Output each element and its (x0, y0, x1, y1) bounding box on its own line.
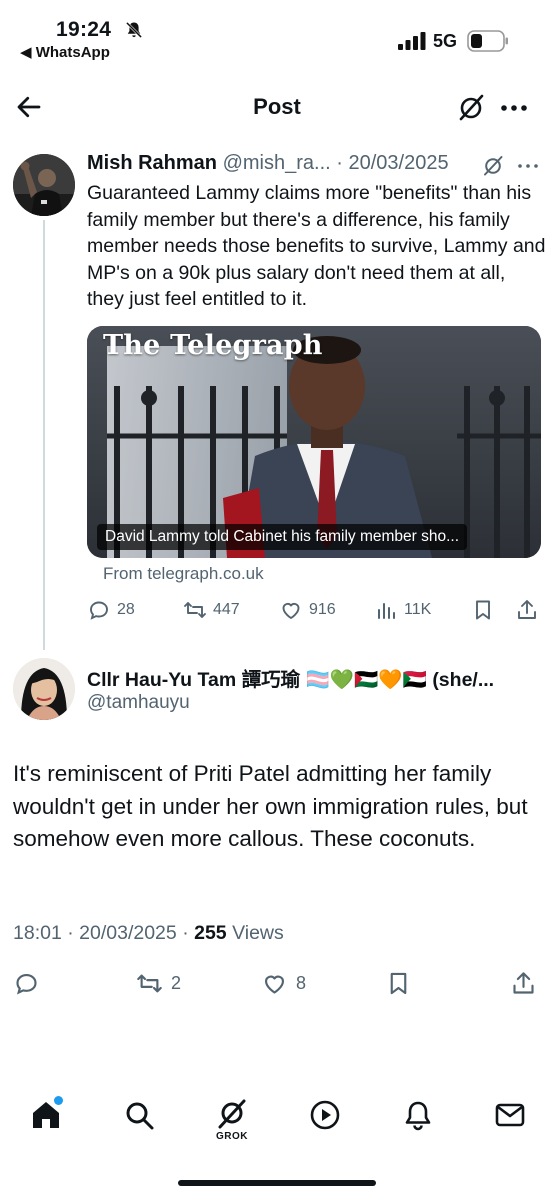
grok-icon (218, 1099, 246, 1129)
avatar-photo (13, 658, 75, 720)
quoted-post-actions: 28 447 916 11K (87, 594, 547, 626)
bell-slash-icon (125, 21, 143, 39)
post-date: 20/03/2025 (348, 152, 449, 174)
status-bar: 19:24 ◀ WhatsApp 5G (0, 0, 554, 70)
bookmark-icon (390, 972, 407, 994)
video-icon (310, 1100, 340, 1130)
battery-icon (467, 30, 508, 52)
post-text: It's reminiscent of Priti Patel admittin… (13, 761, 528, 851)
meta-separator: · (336, 152, 343, 174)
author-handle[interactable]: @mish_ra... (223, 152, 331, 174)
quoted-post-header: Mish Rahman @mish_ra... · 20/03/2025 (87, 152, 547, 175)
repost-count: 2 (171, 972, 182, 993)
share-icon (518, 600, 536, 619)
link-card[interactable]: The Telegraph David Lammy told Cabinet h… (87, 326, 541, 558)
home-indicator[interactable] (178, 1180, 376, 1186)
notifications-icon (405, 1101, 431, 1131)
repost-icon (137, 974, 162, 992)
author-name[interactable]: Mish Rahman (87, 152, 217, 174)
repost-icon (184, 602, 206, 618)
card-source-link[interactable]: From telegraph.co.uk (103, 564, 264, 584)
nav-messages[interactable] (493, 1098, 527, 1132)
views-icon (378, 603, 395, 619)
grok-icon[interactable] (481, 154, 505, 178)
bookmark-button[interactable] (471, 594, 501, 626)
avatar[interactable] (13, 658, 75, 720)
meta-separator: · (67, 922, 74, 944)
reply-count: 28 (117, 601, 135, 618)
like-count: 916 (309, 601, 336, 618)
like-count: 8 (296, 972, 307, 993)
share-icon (513, 971, 534, 994)
nav-notifications[interactable] (401, 1098, 435, 1132)
reply-button[interactable]: 28 (87, 594, 135, 626)
post-time: 18:01 (13, 922, 62, 944)
back-to-app-link[interactable]: ◀ WhatsApp (20, 43, 110, 61)
nav-video[interactable] (308, 1098, 342, 1132)
grok-icon[interactable] (455, 92, 487, 124)
thread-connector-line (43, 220, 45, 650)
avatar-photo (13, 154, 75, 216)
more-icon[interactable] (515, 154, 541, 178)
bottom-nav (0, 1090, 554, 1150)
repost-button[interactable]: 2 (136, 966, 181, 1000)
post-header: Post (0, 80, 554, 136)
avatar[interactable] (13, 154, 75, 216)
like-button[interactable]: 8 (261, 966, 306, 1000)
messages-icon (495, 1103, 525, 1127)
card-masthead: The Telegraph (103, 330, 323, 361)
meta-separator: · (182, 922, 189, 944)
post-timestamp: 18:01 · 20/03/2025 · 255 Views (13, 922, 284, 945)
status-time: 19:24 (56, 18, 112, 41)
card-caption: David Lammy told Cabinet his family memb… (97, 524, 468, 550)
more-icon[interactable] (498, 92, 530, 124)
share-button[interactable] (510, 966, 545, 1000)
view-count: 255 (194, 922, 227, 944)
author-handle[interactable]: @tamhauyu (87, 692, 190, 714)
reply-icon (90, 601, 108, 620)
nav-search[interactable] (122, 1098, 156, 1132)
search-icon (126, 1102, 154, 1130)
share-button[interactable] (515, 594, 545, 626)
heart-icon (264, 975, 285, 994)
reply-icon (16, 973, 37, 994)
bookmark-icon (476, 600, 490, 620)
bookmark-button[interactable] (385, 966, 420, 1000)
heart-icon (282, 602, 300, 619)
post-text: Guaranteed Lammy claims more "benefits" … (87, 182, 546, 310)
repost-button[interactable]: 447 (183, 594, 240, 626)
views-count: 11K (404, 601, 432, 618)
like-button[interactable]: 916 (279, 594, 336, 626)
notification-dot (54, 1096, 63, 1105)
signal-icon (398, 32, 426, 50)
post-date: 20/03/2025 (79, 922, 177, 944)
views-label[interactable]: Views (232, 922, 284, 944)
reply-post-actions: 2 8 (0, 966, 554, 1000)
author-name[interactable]: Cllr Hau-Yu Tam 譚巧瑜 🏳️‍⚧️💚🇵🇸🧡🇸🇩 (she/... (87, 663, 547, 692)
grok-nav-label: GROK (216, 1131, 248, 1142)
repost-count: 447 (213, 601, 240, 618)
views-button[interactable]: 11K (374, 594, 431, 626)
network-type: 5G (433, 31, 458, 51)
reply-button[interactable] (13, 966, 48, 1000)
nav-grok[interactable] (215, 1098, 249, 1132)
